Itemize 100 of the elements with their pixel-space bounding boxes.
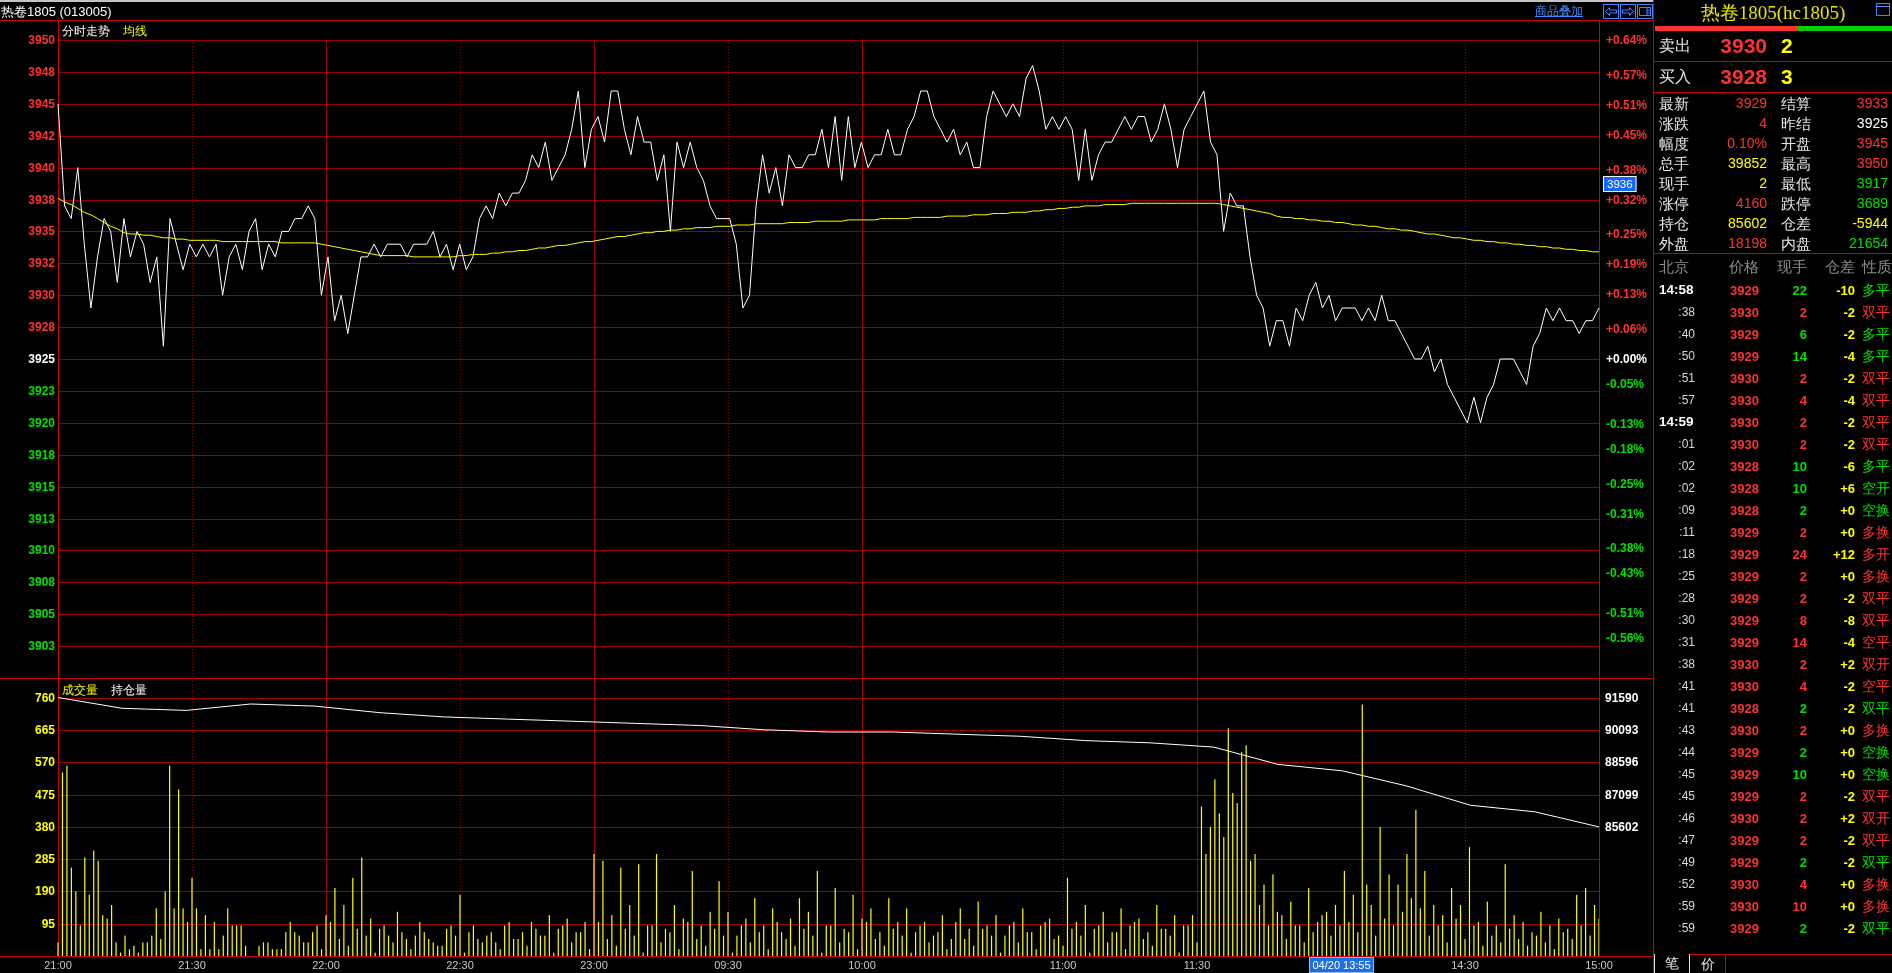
trade-price: 3930 bbox=[1730, 722, 1759, 738]
axis-label: 380 bbox=[34, 819, 55, 834]
axis-label: 91590 bbox=[1605, 690, 1639, 705]
trade-oi-change: -2 bbox=[1843, 304, 1855, 320]
stat-label: 总手 bbox=[1659, 154, 1689, 172]
trade-price: 3930 bbox=[1730, 678, 1759, 694]
stat-value: -5944 bbox=[1852, 215, 1888, 231]
axis-label: 3940 bbox=[28, 160, 55, 175]
axis-label: 3930 bbox=[28, 288, 55, 303]
trade-time: :45 bbox=[1678, 767, 1695, 781]
trade-price: 3930 bbox=[1730, 370, 1759, 386]
trade-type: 多换 bbox=[1862, 524, 1890, 540]
trade-time: :47 bbox=[1678, 833, 1695, 847]
trade-oi-change: -2 bbox=[1843, 678, 1855, 694]
axis-label: -0.56% bbox=[1606, 631, 1645, 646]
trade-oi-change: -2 bbox=[1843, 832, 1855, 848]
axis-label: -0.38% bbox=[1606, 541, 1645, 556]
trade-volume: 2 bbox=[1799, 414, 1807, 430]
order-volume: 3 bbox=[1781, 65, 1793, 89]
trade-type: 空换 bbox=[1862, 766, 1890, 782]
trade-price: 3929 bbox=[1730, 326, 1759, 342]
axis-label: 3945 bbox=[28, 96, 55, 111]
trade-price: 3930 bbox=[1730, 656, 1759, 672]
stat-value: 3929 bbox=[1735, 95, 1767, 111]
axis-label: 88596 bbox=[1605, 755, 1639, 770]
trade-time: :59 bbox=[1678, 921, 1695, 935]
trade-price: 3928 bbox=[1730, 458, 1759, 474]
trade-oi-change: -4 bbox=[1843, 634, 1855, 650]
trade-type: 多平 bbox=[1862, 348, 1890, 364]
trade-price: 3928 bbox=[1730, 700, 1759, 716]
stat-value: 3917 bbox=[1856, 175, 1888, 191]
trade-volume: 4 bbox=[1799, 392, 1807, 408]
stat-value: 2 bbox=[1759, 175, 1767, 191]
trade-oi-change: -10 bbox=[1836, 282, 1855, 298]
trade-volume: 8 bbox=[1799, 612, 1807, 628]
axis-label: +0.64% bbox=[1606, 33, 1648, 47]
axis-label: -0.18% bbox=[1606, 441, 1645, 456]
trade-oi-change: -2 bbox=[1843, 700, 1855, 716]
trade-type: 多平 bbox=[1862, 282, 1890, 298]
stat-value: 18198 bbox=[1728, 235, 1767, 251]
trade-oi-change: -2 bbox=[1843, 326, 1855, 342]
trade-oi-change: +0 bbox=[1840, 722, 1855, 738]
axis-label: +0.13% bbox=[1606, 287, 1648, 302]
trade-volume: 2 bbox=[1799, 854, 1807, 870]
axis-label: 3920 bbox=[28, 415, 55, 430]
stat-label: 最高 bbox=[1781, 154, 1811, 172]
axis-label: 90093 bbox=[1605, 723, 1639, 737]
stat-value: 39852 bbox=[1728, 155, 1767, 171]
trade-price: 3929 bbox=[1730, 854, 1759, 870]
window-title: 热卷1805 (013005) bbox=[0, 2, 112, 20]
trade-oi-change: +12 bbox=[1832, 546, 1855, 562]
stat-label: 外盘 bbox=[1659, 234, 1689, 252]
trade-oi-change: -2 bbox=[1843, 370, 1855, 386]
axis-label: 3932 bbox=[28, 256, 55, 271]
trade-time: 14:58 bbox=[1659, 282, 1694, 298]
trade-volume: 2 bbox=[1799, 920, 1807, 936]
order-volume: 2 bbox=[1781, 34, 1793, 58]
stat-label: 最新 bbox=[1659, 94, 1689, 112]
trade-time: :41 bbox=[1678, 679, 1695, 693]
axis-label: 570 bbox=[34, 755, 55, 770]
trade-time: :50 bbox=[1678, 349, 1695, 363]
axis-label: 22:00 bbox=[312, 959, 340, 971]
trade-price: 3929 bbox=[1730, 920, 1759, 936]
trade-price: 3930 bbox=[1730, 414, 1759, 430]
trade-price: 3929 bbox=[1730, 282, 1759, 298]
trade-time: :25 bbox=[1678, 569, 1695, 583]
trade-time: :43 bbox=[1678, 723, 1695, 737]
trade-time: :51 bbox=[1678, 371, 1695, 385]
trade-volume: 24 bbox=[1792, 546, 1807, 562]
axis-label: 11:00 bbox=[1049, 959, 1077, 971]
trade-type: 双平 bbox=[1862, 436, 1890, 452]
stat-value: 4 bbox=[1759, 115, 1767, 131]
trade-volume: 10 bbox=[1792, 766, 1807, 782]
trade-price: 3930 bbox=[1730, 810, 1759, 826]
order-label: 买入 bbox=[1659, 68, 1691, 86]
axis-label: +0.38% bbox=[1606, 162, 1648, 177]
axis-label: 760 bbox=[34, 690, 55, 705]
trade-price: 3929 bbox=[1730, 744, 1759, 760]
axis-label: 3908 bbox=[28, 575, 55, 590]
trade-price: 3929 bbox=[1730, 832, 1759, 848]
stat-value: 85602 bbox=[1728, 215, 1767, 231]
stat-label: 最低 bbox=[1781, 174, 1811, 192]
axis-label: +0.00% bbox=[1606, 352, 1648, 366]
trade-volume: 14 bbox=[1792, 634, 1807, 650]
axis-label: 3923 bbox=[28, 383, 55, 398]
trade-price: 3929 bbox=[1730, 612, 1759, 628]
trade-type: 空换 bbox=[1862, 502, 1890, 518]
trade-volume: 2 bbox=[1799, 744, 1807, 760]
axis-label: 14:30 bbox=[1451, 959, 1479, 971]
trade-volume: 2 bbox=[1799, 700, 1807, 716]
legend-label: 持仓量 bbox=[111, 683, 147, 697]
legend-label: 成交量 bbox=[62, 683, 98, 697]
trade-time: :59 bbox=[1678, 899, 1695, 913]
trade-time: :30 bbox=[1678, 613, 1695, 627]
trade-oi-change: +0 bbox=[1840, 568, 1855, 584]
trade-oi-change: -2 bbox=[1843, 590, 1855, 606]
axis-label: +0.06% bbox=[1606, 322, 1648, 337]
stat-label: 现手 bbox=[1659, 174, 1689, 192]
trade-type: 双平 bbox=[1862, 700, 1890, 716]
trade-oi-change: +0 bbox=[1840, 876, 1855, 892]
